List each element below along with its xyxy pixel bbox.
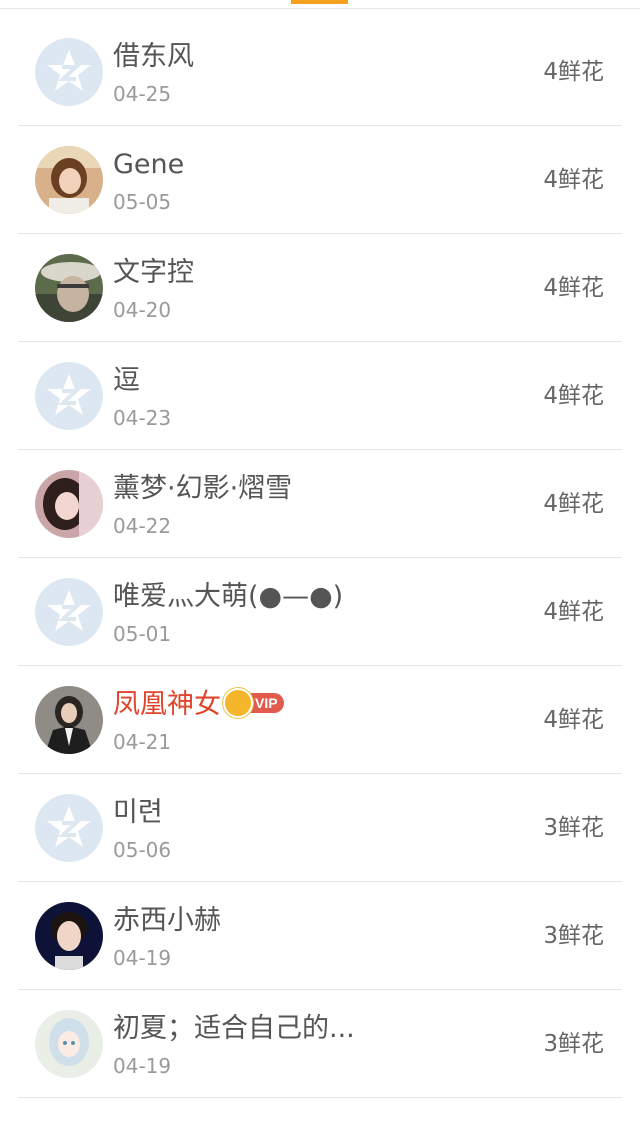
list-item[interactable]: Gene 05-05 4鲜花 — [18, 126, 622, 234]
send-date: 04-19 — [113, 1054, 172, 1078]
list-item[interactable]: 凤凰神女 VIP 04-21 4鲜花 — [18, 666, 622, 774]
user-name: 借东风 — [113, 41, 194, 72]
photo-man-hat-avatar-icon — [35, 254, 103, 322]
default-qq-avatar-icon — [35, 578, 103, 646]
flower-count: 3鲜花 — [543, 815, 604, 841]
list-item[interactable]: 文字控 04-20 4鲜花 — [18, 234, 622, 342]
list-item[interactable]: 逗 04-23 4鲜花 — [18, 342, 622, 450]
flower-count: 4鲜花 — [543, 707, 604, 733]
user-name: 文字控 — [113, 257, 194, 288]
send-date: 04-21 — [113, 730, 172, 754]
list-item[interactable]: 初夏；适合自己的... 04-19 3鲜花 — [18, 990, 622, 1098]
user-name: 唯爱灬大萌(●—●) — [113, 581, 344, 612]
send-date: 04-19 — [113, 946, 172, 970]
vip-badge[interactable]: VIP — [223, 686, 284, 720]
flower-count: 3鲜花 — [543, 923, 604, 949]
vip-user-name: 凤凰神女 — [113, 689, 221, 720]
send-date: 05-06 — [113, 838, 172, 862]
user-name: 凤凰神女 VIP — [113, 688, 284, 723]
user-name: 薰梦·幻影·熠雪 — [113, 473, 293, 504]
flower-count: 4鲜花 — [543, 167, 604, 193]
list-item[interactable]: 薰梦·幻影·熠雪 04-22 4鲜花 — [18, 450, 622, 558]
send-date: 04-20 — [113, 298, 172, 322]
send-date: 05-05 — [113, 190, 172, 214]
flower-count: 4鲜花 — [543, 599, 604, 625]
crown-icon — [223, 688, 253, 718]
send-date: 05-01 — [113, 622, 172, 646]
photo-girl-avatar-icon — [35, 146, 103, 214]
flower-count: 4鲜花 — [543, 491, 604, 517]
list-item[interactable]: 唯爱灬大萌(●—●) 05-01 4鲜花 — [18, 558, 622, 666]
photo-girl-avatar-icon — [35, 470, 103, 538]
anime-girl-avatar-icon — [35, 1010, 103, 1078]
flower-ranking-page: 借东风 04-25 4鲜花 Gene 05-05 4鲜花 文字控 04-20 4… — [0, 0, 640, 1125]
user-name: Gene — [113, 149, 185, 180]
user-name: 赤西小赫 — [113, 905, 221, 936]
user-name: 逗 — [113, 365, 140, 396]
default-qq-avatar-icon — [35, 362, 103, 430]
send-date: 04-22 — [113, 514, 172, 538]
list-item[interactable]: 미련 05-06 3鲜花 — [18, 774, 622, 882]
user-name: 미련 — [113, 797, 163, 828]
active-tab-indicator — [291, 0, 348, 4]
flower-count: 4鲜花 — [543, 275, 604, 301]
default-qq-avatar-icon — [35, 794, 103, 862]
list-item[interactable]: 赤西小赫 04-19 3鲜花 — [18, 882, 622, 990]
user-name: 初夏；适合自己的... — [113, 1013, 355, 1044]
flower-count: 4鲜花 — [543, 59, 604, 85]
photo-woman-suit-avatar-icon — [35, 686, 103, 754]
flower-count: 4鲜花 — [543, 383, 604, 409]
flower-count: 3鲜花 — [543, 1031, 604, 1057]
default-qq-avatar-icon — [35, 38, 103, 106]
tab-bar-strip — [0, 0, 640, 9]
photo-boy-avatar-icon — [35, 902, 103, 970]
flower-list: 借东风 04-25 4鲜花 Gene 05-05 4鲜花 文字控 04-20 4… — [18, 18, 622, 1098]
send-date: 04-23 — [113, 406, 172, 430]
send-date: 04-25 — [113, 82, 172, 106]
list-item[interactable]: 借东风 04-25 4鲜花 — [18, 18, 622, 126]
